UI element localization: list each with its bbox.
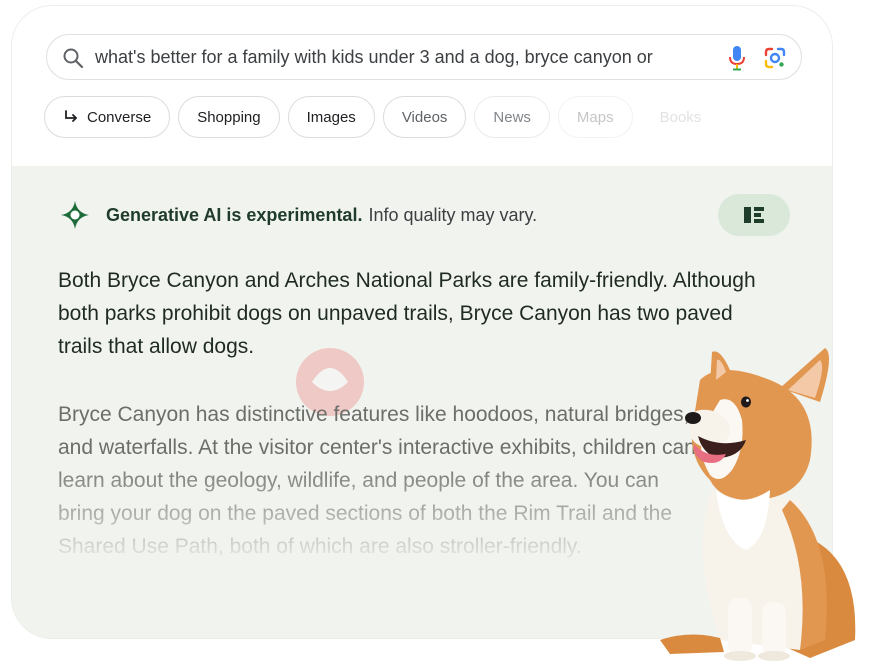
layout-toggle-button[interactable] — [718, 194, 790, 236]
layout-toggle-icon — [744, 207, 764, 223]
chip-maps[interactable]: Maps — [557, 96, 633, 138]
ai-overview-detail: Bryce Canyon has distinctive features li… — [58, 403, 696, 558]
search-header: what's better for a family with kids und… — [12, 6, 832, 166]
chip-shopping[interactable]: Shopping — [178, 96, 280, 138]
filter-chips: Converse Shopping Images Videos News Map… — [44, 96, 721, 140]
chip-label: Shopping — [197, 108, 261, 126]
chip-label: Books — [659, 108, 702, 126]
ai-overview-disclaimer: Info quality may vary. — [368, 204, 538, 225]
search-bar[interactable]: what's better for a family with kids und… — [46, 34, 802, 80]
page: what's better for a family with kids und… — [0, 0, 888, 666]
chip-videos[interactable]: Videos — [382, 96, 467, 138]
ai-overview-title: Generative AI is experimental. — [106, 204, 363, 225]
chip-label: Maps — [576, 108, 614, 126]
chip-label: News — [493, 108, 531, 126]
search-icon[interactable] — [61, 46, 85, 70]
mic-icon[interactable] — [727, 45, 747, 71]
chip-books[interactable]: Books — [640, 96, 721, 138]
chip-converse[interactable]: Converse — [44, 96, 171, 138]
ai-overview-header: Generative AI is experimental. Info qual… — [60, 200, 537, 230]
chip-images[interactable]: Images — [287, 96, 375, 138]
chip-label: Images — [306, 108, 356, 126]
arrow-turn-icon — [65, 110, 77, 122]
chip-label: Converse — [87, 108, 152, 126]
lens-icon[interactable] — [763, 46, 787, 70]
chip-label: Videos — [401, 108, 448, 126]
ai-sparkle-icon — [61, 201, 89, 229]
chip-news[interactable]: News — [474, 96, 550, 138]
corgi-dog-image — [660, 348, 856, 661]
search-input[interactable]: what's better for a family with kids und… — [95, 47, 735, 68]
